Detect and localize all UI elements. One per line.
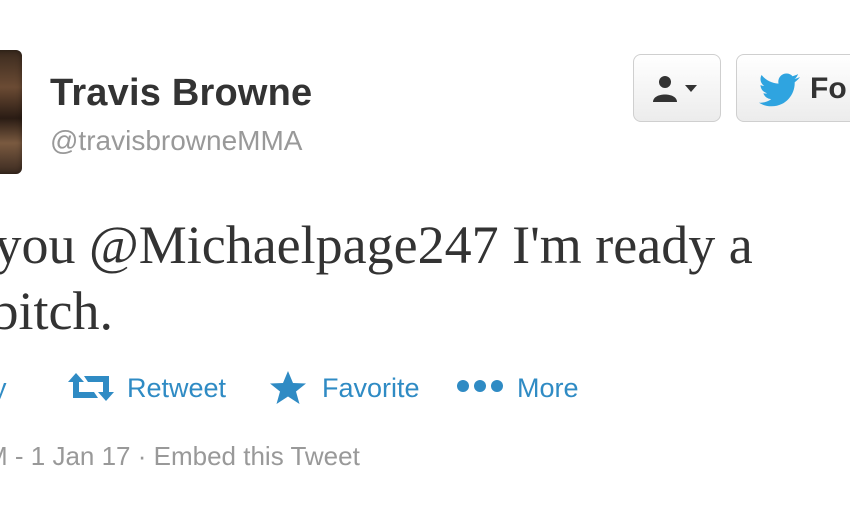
profile-handle[interactable]: @travisbrowneMMA xyxy=(50,125,302,157)
user-actions-button[interactable] xyxy=(633,54,721,122)
follow-label: Fo xyxy=(810,72,847,105)
tweet-text: k you @Michaelpage247 I'm ready a e bitc… xyxy=(0,212,850,344)
meta-separator: · xyxy=(130,441,154,471)
tweet-page: Travis Browne @travisbrowneMMA Fo k you … xyxy=(0,0,850,531)
reply-button[interactable]: ply xyxy=(0,373,7,404)
tweet-timestamp[interactable]: M - 1 Jan 17 xyxy=(0,441,131,471)
tweet-text-line-2: e bitch. xyxy=(0,281,113,341)
profile-name[interactable]: Travis Browne xyxy=(50,72,312,115)
avatar[interactable] xyxy=(0,50,22,174)
follow-button[interactable]: Fo xyxy=(736,54,850,122)
user-icon xyxy=(653,76,697,102)
more-button[interactable]: More xyxy=(517,373,579,404)
tweet-text-line-1: k you @Michaelpage247 I'm ready a xyxy=(0,215,753,275)
retweet-button[interactable]: Retweet xyxy=(127,373,226,404)
twitter-bird-icon xyxy=(758,73,800,107)
tweet-meta: M - 1 Jan 17 · Embed this Tweet xyxy=(0,441,360,472)
chevron-down-icon xyxy=(685,85,697,92)
favorite-button[interactable]: Favorite xyxy=(322,373,420,404)
embed-tweet-link[interactable]: Embed this Tweet xyxy=(154,441,360,471)
